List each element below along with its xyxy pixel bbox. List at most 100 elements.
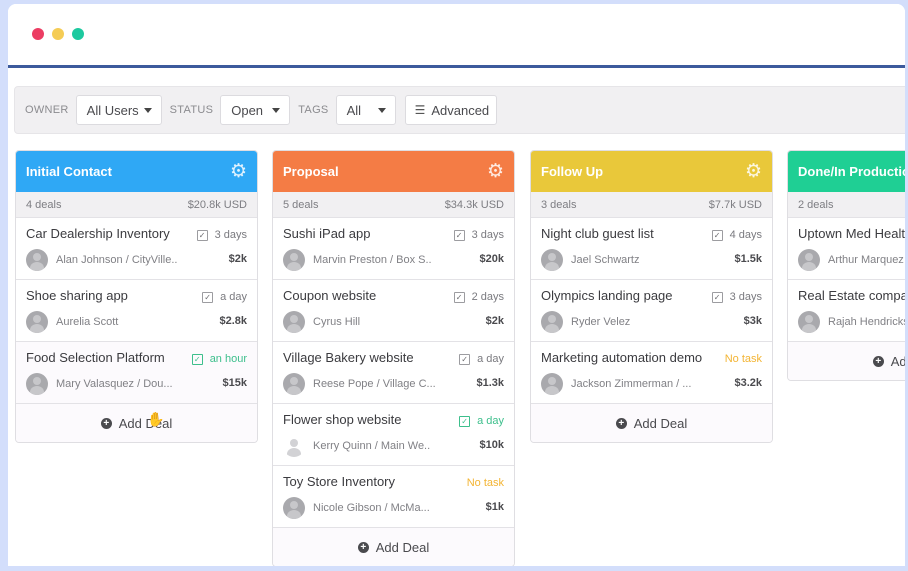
deal-card[interactable]: Marketing automation demo No task Jackso… <box>531 342 772 404</box>
add-deal-button[interactable]: + Add Deal <box>16 404 257 442</box>
deal-card[interactable]: Car Dealership Inventory ✓ 3 days Alan Jo… <box>16 218 257 280</box>
deal-task-status[interactable]: No task <box>725 353 762 365</box>
deal-title: Uptown Med Health <box>798 226 905 241</box>
pipeline-board: OWNER All Users STATUS Open TAGS All ☰ A… <box>8 68 905 566</box>
deal-value: $10k <box>479 439 504 451</box>
add-deal-label: Add Deal <box>633 415 688 431</box>
gear-icon[interactable]: ⚙ <box>230 162 247 181</box>
deal-task-due: a day <box>220 291 247 303</box>
deal-owner: Rajah Hendricks <box>798 311 905 333</box>
column-header: Done/In Production ⚙ <box>788 151 905 192</box>
deal-task-status[interactable]: ✓ a day <box>459 353 504 365</box>
avatar <box>283 497 305 519</box>
deal-card[interactable]: Toy Store Inventory No task Nicole Gibso… <box>273 466 514 528</box>
deal-task-due: No task <box>466 477 504 489</box>
deal-value: $1.5k <box>734 253 762 265</box>
avatar <box>541 249 563 271</box>
hand-cursor-icon: ✋ <box>147 411 165 427</box>
status-filter-label: STATUS <box>169 104 214 116</box>
deal-value: $3.2k <box>734 377 762 389</box>
gear-icon[interactable]: ⚙ <box>745 162 762 181</box>
deal-task-status[interactable]: No task <box>467 477 504 489</box>
deal-task-status[interactable]: ✓ a day <box>459 415 504 427</box>
avatar <box>541 311 563 333</box>
deal-task-due: 3 days <box>214 229 247 241</box>
deal-owner-name: Alan Johnson / CityVille.. <box>56 254 178 266</box>
deal-task-due: an hour <box>209 353 247 365</box>
deal-card[interactable]: Shoe sharing app ✓ a day Aurelia Scott $2… <box>16 280 257 342</box>
deal-owner-name: Jackson Zimmerman / ... <box>571 378 692 390</box>
deal-owner: Nicole Gibson / McMa... <box>283 497 430 519</box>
deal-task-status[interactable]: ✓ an hour <box>191 353 247 365</box>
deal-task-status[interactable]: ✓ a day <box>202 291 247 303</box>
column-header: Follow Up ⚙ <box>531 151 772 192</box>
add-deal-button[interactable]: + Add Deal <box>273 528 514 566</box>
deal-card[interactable]: Olympics landing page ✓ 3 days Ryder Vele… <box>531 280 772 342</box>
deal-task-due: 4 days <box>729 229 762 241</box>
checkbox-icon: ✓ <box>711 291 723 303</box>
deal-card[interactable]: Flower shop website ✓ a day Kerry Quinn /… <box>273 404 514 466</box>
avatar <box>283 311 305 333</box>
plus-circle-icon: + <box>100 417 112 429</box>
deal-task-status[interactable]: ✓ 4 days <box>711 229 762 241</box>
deal-card[interactable]: Night club guest list ✓ 4 days Jael Schwa… <box>531 218 772 280</box>
column-total: $7.7k USD <box>708 198 762 211</box>
deal-card[interactable]: Real Estate company Rajah Hendricks <box>788 280 905 342</box>
deal-card[interactable]: Coupon website ✓ 2 days Cyrus Hill $2k <box>273 280 514 342</box>
deal-card[interactable]: Food Selection Platform ✓ an hour Mary Va… <box>16 342 257 404</box>
checkbox-icon: ✓ <box>453 229 465 241</box>
caret-down-icon <box>143 107 152 113</box>
add-deal-button[interactable]: + Add Deal <box>531 404 772 442</box>
column-title: Initial Contact <box>26 164 112 179</box>
close-window-button[interactable] <box>32 28 44 40</box>
deal-task-due: a day <box>477 415 504 427</box>
minimize-window-button[interactable] <box>52 28 64 40</box>
deal-owner: Ryder Velez <box>541 311 630 333</box>
tags-filter-value: All <box>346 102 362 118</box>
deal-task-status[interactable]: ✓ 3 days <box>196 229 247 241</box>
owner-filter-label: OWNER <box>25 104 69 116</box>
checkbox-icon: ✓ <box>202 291 214 303</box>
checkbox-icon: ✓ <box>453 291 465 303</box>
add-deal-button[interactable]: + Add Deal <box>788 342 905 380</box>
deal-card[interactable]: Sushi iPad app ✓ 3 days Marvin Preston / … <box>273 218 514 280</box>
deal-owner-name: Aurelia Scott <box>56 316 119 328</box>
owner-filter-value: All Users <box>86 102 139 118</box>
owner-filter-select[interactable]: All Users <box>75 95 162 125</box>
column-summary: 5 deals $34.3k USD <box>273 192 514 218</box>
maximize-window-button[interactable] <box>72 28 84 40</box>
deal-task-due: 3 days <box>729 291 762 303</box>
checkbox-icon: ✓ <box>459 353 471 365</box>
column-title: Proposal <box>283 164 339 179</box>
avatar <box>283 435 305 457</box>
advanced-filter-button[interactable]: ☰ Advanced <box>404 95 497 125</box>
tags-filter-select[interactable]: All <box>335 95 396 125</box>
add-deal-label: Add Deal <box>375 539 430 555</box>
filter-bar: OWNER All Users STATUS Open TAGS All ☰ A… <box>14 86 905 134</box>
deal-owner-name: Cyrus Hill <box>313 316 361 328</box>
gear-icon[interactable]: ⚙ <box>487 162 504 181</box>
deal-count: 4 deals <box>26 198 62 211</box>
checkbox-icon: ✓ <box>711 229 723 241</box>
deal-task-status[interactable]: ✓ 2 days <box>453 291 504 303</box>
status-filter-value: Open <box>231 102 264 118</box>
column-title: Done/In Production <box>798 164 905 179</box>
deal-card[interactable]: Village Bakery website ✓ a day Reese Pope… <box>273 342 514 404</box>
deal-owner-name: Nicole Gibson / McMa... <box>313 502 430 514</box>
deal-task-due: 2 days <box>471 291 504 303</box>
column-total: $34.3k USD <box>444 198 504 211</box>
title-bar <box>8 4 905 65</box>
plus-circle-icon: + <box>357 541 369 553</box>
deal-task-status[interactable]: ✓ 3 days <box>453 229 504 241</box>
deal-owner-name: Kerry Quinn / Main We.. <box>313 440 431 452</box>
deal-owner-name: Reese Pope / Village C... <box>313 378 436 390</box>
column-total: $20.8k USD <box>187 198 247 211</box>
deal-owner-name: Rajah Hendricks <box>828 316 905 328</box>
deal-card[interactable]: Uptown Med Health Arthur Marquez <box>788 218 905 280</box>
status-filter-select[interactable]: Open <box>220 95 291 125</box>
deal-task-status[interactable]: ✓ 3 days <box>711 291 762 303</box>
deal-value: $2.8k <box>219 315 247 327</box>
pipeline-column: Done/In Production ⚙ 2 deals Uptown Med … <box>787 150 905 381</box>
deal-owner: Marvin Preston / Box S.. <box>283 249 432 271</box>
column-header: Initial Contact ⚙ <box>16 151 257 192</box>
